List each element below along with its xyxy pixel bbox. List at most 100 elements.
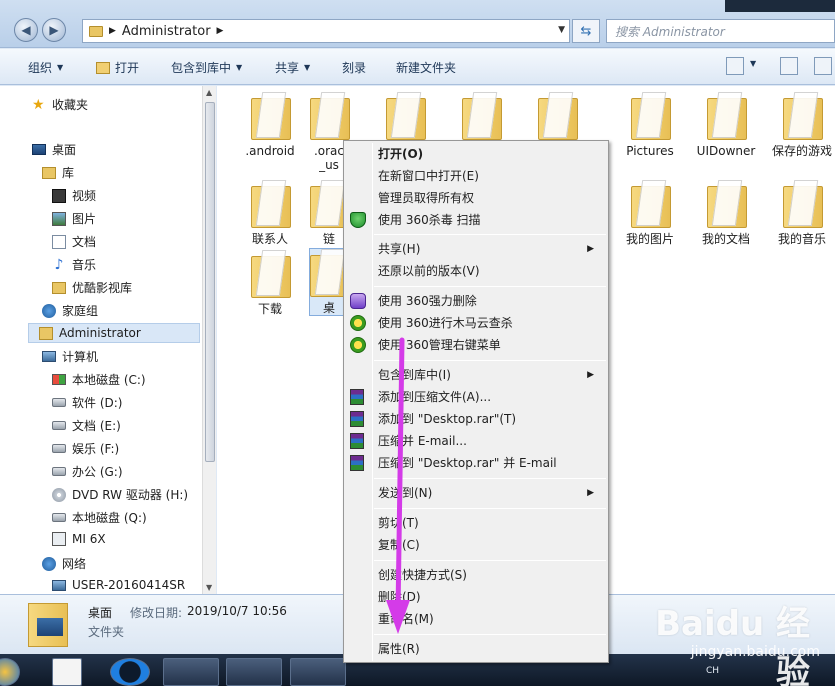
- breadcrumb-chevron-icon[interactable]: ▶: [217, 26, 224, 36]
- scroll-up-icon[interactable]: ▲: [206, 88, 212, 97]
- sidebar-item-drive-g[interactable]: 办公 (G:): [52, 463, 123, 480]
- sidebar-item-label: 文档 (E:): [72, 419, 121, 433]
- file-item[interactable]: 保存的游戏: [767, 92, 835, 158]
- file-label: 桌: [322, 301, 335, 315]
- sidebar-item-label: 软件 (D:): [72, 396, 123, 410]
- share-menu[interactable]: 共享 ▼: [275, 59, 310, 76]
- burn-button[interactable]: 刻录: [342, 59, 366, 76]
- file-item[interactable]: 我的音乐: [767, 180, 835, 246]
- change-view-button[interactable]: [726, 57, 744, 75]
- preview-pane-button[interactable]: [780, 57, 798, 75]
- sidebar-item-network[interactable]: 网络: [42, 555, 86, 572]
- menu-item-copy[interactable]: 复制(C): [378, 534, 604, 556]
- sidebar-item-libraries[interactable]: 库: [42, 164, 74, 181]
- taskbar-app-document[interactable]: [52, 658, 82, 686]
- menu-item-delete-360[interactable]: 使用 360强力删除: [378, 290, 604, 312]
- winrar-icon: [350, 411, 364, 427]
- hard-drive-icon: [52, 513, 66, 522]
- sidebar-item-drive-e[interactable]: 文档 (E:): [52, 417, 121, 434]
- sidebar-item-homegroup[interactable]: 家庭组: [42, 302, 98, 319]
- view-dropdown[interactable]: ▼: [750, 59, 756, 68]
- menu-item-add-archive[interactable]: 添加到压缩文件(A)...: [378, 386, 604, 408]
- address-bar[interactable]: ▶ Administrator ▶ ▼: [82, 19, 570, 43]
- submenu-arrow-icon: ▶: [587, 244, 594, 254]
- menu-item-restore-versions[interactable]: 还原以前的版本(V): [378, 260, 604, 282]
- contacts-folder-icon: [251, 180, 291, 228]
- sidebar-item-documents[interactable]: 文档: [52, 233, 96, 250]
- file-item[interactable]: UIDowner: [691, 92, 761, 158]
- menu-item-cut[interactable]: 剪切(T): [378, 512, 604, 534]
- file-item[interactable]: 联系人: [235, 180, 305, 246]
- sidebar-item-favorites[interactable]: ★ 收藏夹: [32, 96, 88, 113]
- organize-menu[interactable]: 组织 ▼: [28, 59, 63, 76]
- sidebar-item-drive-c[interactable]: 本地磁盘 (C:): [52, 371, 146, 388]
- menu-item-manage-360[interactable]: 使用 360管理右键菜单: [378, 334, 604, 356]
- taskbar-app-window[interactable]: [290, 658, 346, 686]
- sidebar-item-youku[interactable]: 优酷影视库: [52, 279, 132, 296]
- file-item[interactable]: 我的图片: [615, 180, 685, 246]
- menu-item-create-shortcut[interactable]: 创建快捷方式(S): [378, 564, 604, 586]
- file-item[interactable]: [461, 92, 502, 144]
- sidebar-item-pictures[interactable]: 图片: [52, 210, 96, 227]
- sidebar-item-desktop[interactable]: 桌面: [32, 141, 76, 158]
- address-dropdown-icon[interactable]: ▼: [558, 25, 565, 35]
- sidebar-item-drive-q[interactable]: 本地磁盘 (Q:): [52, 509, 147, 526]
- sidebar-item-network-pc[interactable]: USER-20160414SR: [52, 578, 185, 592]
- menu-item-label: 共享(H): [378, 242, 421, 256]
- search-input[interactable]: 搜索 Administrator: [606, 19, 835, 43]
- start-orb-icon[interactable]: [0, 658, 20, 686]
- sidebar-scrollbar[interactable]: ▲ ▼: [202, 86, 216, 594]
- sidebar-item-label: 优酷影视库: [72, 281, 133, 295]
- organize-label: 组织: [28, 61, 53, 75]
- menu-item-add-desktop-rar[interactable]: 添加到 "Desktop.rar"(T): [378, 408, 604, 430]
- sidebar-item-drive-d[interactable]: 软件 (D:): [52, 394, 122, 411]
- scrollbar-thumb[interactable]: [205, 102, 215, 462]
- menu-item-delete[interactable]: 删除(D): [378, 586, 604, 608]
- menu-separator: [374, 360, 606, 361]
- details-name: 桌面: [88, 606, 113, 620]
- file-item[interactable]: Pictures: [615, 92, 685, 158]
- help-button[interactable]: [814, 57, 832, 75]
- sidebar-item-music[interactable]: ♪ 音乐: [52, 256, 96, 273]
- include-library-menu[interactable]: 包含到库中 ▼: [171, 59, 242, 76]
- sidebar-item-computer[interactable]: 计算机: [42, 348, 98, 365]
- documents-folder-icon: [707, 180, 747, 228]
- refresh-button[interactable]: ⇆: [572, 19, 600, 43]
- file-item[interactable]: 我的文档: [691, 180, 761, 246]
- sidebar-item-drive-h[interactable]: DVD RW 驱动器 (H:): [52, 486, 188, 503]
- breadcrumb-administrator[interactable]: Administrator: [122, 24, 211, 39]
- menu-item-properties[interactable]: 属性(R): [378, 638, 604, 660]
- menu-item-share[interactable]: 共享(H) ▶: [378, 238, 604, 260]
- window-controls[interactable]: [725, 0, 835, 12]
- new-folder-button[interactable]: 新建文件夹: [396, 59, 456, 76]
- menu-item-compress-email[interactable]: 压缩并 E-mail...: [378, 430, 604, 452]
- taskbar-app-explorer[interactable]: [226, 658, 282, 686]
- file-item[interactable]: 下载: [235, 250, 305, 316]
- scroll-down-icon[interactable]: ▼: [206, 583, 212, 592]
- menu-item-rename[interactable]: 重命名(M): [378, 608, 604, 630]
- menu-item-compress-rar-email[interactable]: 压缩到 "Desktop.rar" 并 E-mail: [378, 452, 604, 474]
- sidebar-item-drive-f[interactable]: 娱乐 (F:): [52, 440, 119, 457]
- file-item[interactable]: [385, 92, 426, 144]
- menu-item-take-ownership[interactable]: 管理员取得所有权: [378, 187, 604, 209]
- menu-item-include-library[interactable]: 包含到库中(I) ▶: [378, 364, 604, 386]
- taskbar-app-browser[interactable]: [110, 658, 150, 686]
- menu-item-send-to[interactable]: 发送到(N) ▶: [378, 482, 604, 504]
- menu-item-open[interactable]: 打开(O): [378, 143, 604, 165]
- sidebar-item-administrator[interactable]: Administrator: [28, 323, 200, 343]
- sidebar-item-label: Administrator: [59, 326, 141, 340]
- open-button[interactable]: 打开: [96, 59, 139, 76]
- file-item[interactable]: [537, 92, 578, 144]
- menu-separator: [374, 286, 606, 287]
- sidebar-item-mi6x[interactable]: MI 6X: [52, 532, 106, 546]
- menu-item-scan-360[interactable]: 使用 360杀毒 扫描: [378, 209, 604, 231]
- menu-item-open-new-window[interactable]: 在新窗口中打开(E): [378, 165, 604, 187]
- file-item[interactable]: .android: [235, 92, 305, 158]
- back-button[interactable]: ◀: [14, 18, 38, 42]
- menu-item-trojan-360[interactable]: 使用 360进行木马云查杀: [378, 312, 604, 334]
- file-label: 联系人: [251, 232, 288, 246]
- sidebar-item-video[interactable]: 视频: [52, 187, 96, 204]
- forward-button[interactable]: ▶: [42, 18, 66, 42]
- sidebar-item-label: 网络: [62, 557, 87, 571]
- taskbar-app-word[interactable]: [163, 658, 219, 686]
